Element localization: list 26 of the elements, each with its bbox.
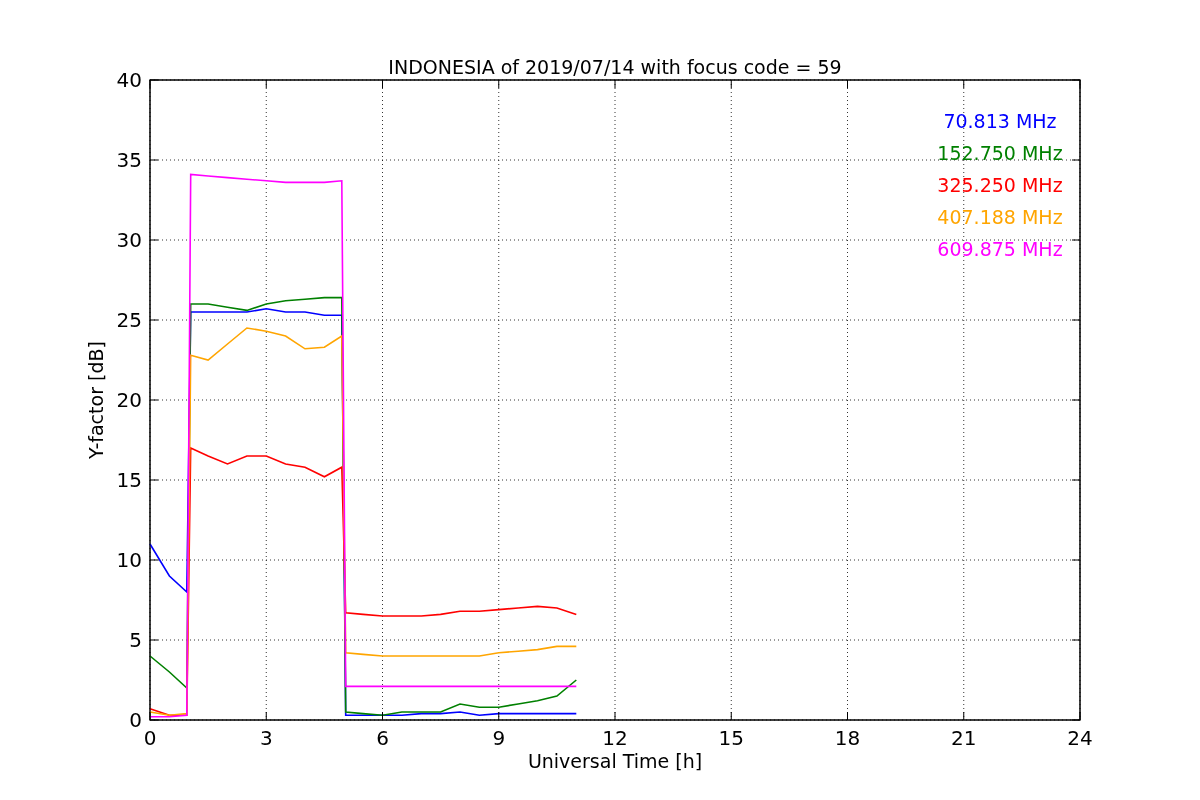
legend-label: 325.250 MHz: [937, 174, 1063, 196]
legend-label: 609.875 MHz: [937, 238, 1063, 260]
y-tick-label: 20: [116, 388, 142, 412]
x-tick-label: 18: [834, 726, 861, 750]
y-tick-label: 40: [116, 68, 142, 92]
y-tick-label: 0: [129, 708, 142, 732]
x-tick-label: 6: [376, 726, 389, 750]
x-tick-label: 9: [492, 726, 506, 750]
legend-label: 407.188 MHz: [937, 206, 1063, 228]
legend-label: 152.750 MHz: [937, 142, 1063, 164]
x-tick-label: 24: [1067, 726, 1093, 750]
x-tick-label: 21: [951, 726, 977, 750]
x-tick-label: 12: [602, 726, 628, 750]
x-tick-label: 3: [259, 726, 273, 750]
legend-label: 70.813 MHz: [943, 110, 1057, 132]
y-tick-label: 30: [116, 228, 142, 252]
y-tick-label: 25: [116, 308, 142, 332]
x-axis-label: Universal Time [h]: [527, 750, 703, 772]
x-tick-label: 15: [718, 726, 744, 750]
x-tick-label: 0: [143, 726, 157, 750]
y-tick-label: 35: [116, 148, 142, 172]
y-tick-label: 15: [116, 468, 142, 492]
y-tick-label: 5: [129, 628, 142, 652]
y-tick-label: 10: [116, 548, 142, 572]
chart-title: INDONESIA of 2019/07/14 with focus code = 59: [388, 56, 842, 78]
y-axis-label: Y-factor [dB]: [85, 341, 107, 459]
